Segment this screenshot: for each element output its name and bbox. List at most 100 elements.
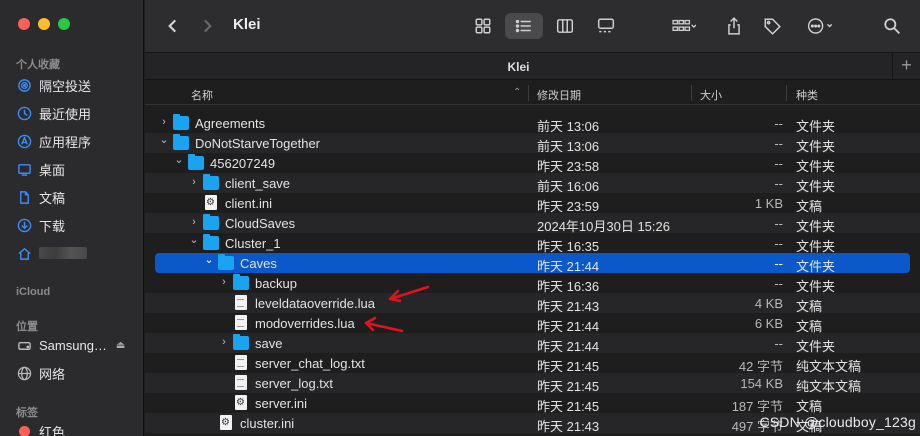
- share-button[interactable]: [721, 13, 747, 39]
- redacted-username: [39, 247, 87, 259]
- column-headers: 名称 ⌃ 修改日期 大小 种类: [145, 81, 920, 105]
- group-icon: [672, 19, 696, 32]
- file-name: CloudSaves: [225, 216, 296, 231]
- sidebar-header-locations: 位置: [16, 321, 38, 333]
- column-divider[interactable]: [528, 85, 529, 101]
- chevron-left-icon: [168, 19, 176, 33]
- sidebar-item-documents[interactable]: 文稿: [16, 186, 140, 208]
- column-header-date[interactable]: 修改日期: [537, 87, 581, 103]
- tab-klei[interactable]: Klei: [145, 60, 892, 74]
- disclosure-expanded-icon[interactable]: ⌄: [204, 253, 214, 266]
- disclosure-collapsed-icon[interactable]: ›: [219, 336, 229, 348]
- columns-icon: [556, 19, 574, 33]
- file-row[interactable]: ⌄ Cluster_1 昨天 16:35 -- 文件夹: [145, 233, 920, 254]
- chevron-right-icon: [204, 19, 212, 33]
- file-row[interactable]: leveldataoverride.lua 昨天 21:43 4 KB 文稿: [145, 293, 920, 314]
- file-list: › Agreements 前天 13:06 -- 文件夹 ⌄ DoNotStarveToge…: [145, 113, 920, 434]
- file-row[interactable]: client.ini昨天 23:591 KB文稿: [145, 193, 920, 214]
- file-name: client_save: [225, 176, 291, 191]
- config-file-icon: [205, 195, 217, 210]
- disclosure-collapsed-icon[interactable]: ›: [189, 176, 199, 188]
- file-name: DoNotStarveTogether: [195, 136, 321, 151]
- sidebar-item-applications[interactable]: 应用程序: [16, 130, 140, 152]
- file-row[interactable]: ⌄ DoNotStarveTogether 前天 13:06 -- 文件夹: [145, 133, 920, 154]
- forward-button[interactable]: [197, 13, 217, 39]
- minimize-window-button[interactable]: [38, 18, 50, 30]
- sidebar-item-downloads[interactable]: 下载: [16, 214, 140, 236]
- airdrop-icon: [16, 77, 32, 93]
- folder-icon: [173, 114, 189, 130]
- file-name: 456207249: [210, 156, 276, 171]
- sidebar: 个人收藏 隔空投送 最近使用 应用程序 桌面 文稿 下载 iCloud 位置 S…: [0, 0, 144, 436]
- column-header-name[interactable]: 名称: [191, 87, 213, 103]
- icon-view-button[interactable]: [469, 13, 497, 39]
- close-window-button[interactable]: [18, 18, 30, 30]
- file-size: --: [774, 176, 783, 191]
- disclosure-collapsed-icon[interactable]: ›: [219, 276, 229, 288]
- network-icon: [16, 365, 32, 381]
- file-name: Agreements: [195, 116, 266, 131]
- file-size: --: [774, 136, 783, 151]
- column-divider[interactable]: [786, 85, 787, 101]
- text-file-icon: [235, 355, 247, 370]
- disclosure-expanded-icon[interactable]: ⌄: [174, 153, 184, 166]
- file-row[interactable]: › backup 昨天 16:36 -- 文件夹: [145, 273, 920, 294]
- gallery-view-button[interactable]: [591, 13, 621, 39]
- group-by-button[interactable]: [665, 13, 703, 39]
- sidebar-item-tag-red[interactable]: 红色: [16, 420, 140, 436]
- file-row[interactable]: server_chat_log.txt 昨天 21:45 42 字节 纯文本文稿: [145, 353, 920, 374]
- file-row[interactable]: › Agreements 前天 13:06 -- 文件夹: [145, 113, 920, 134]
- file-row[interactable]: › client_save 前天 16:06 -- 文件夹: [145, 173, 920, 194]
- sidebar-item-desktop[interactable]: 桌面: [16, 158, 140, 180]
- sidebar-item-recents[interactable]: 最近使用: [16, 102, 140, 124]
- file-name: cluster.ini: [240, 416, 295, 431]
- disclosure-collapsed-icon[interactable]: ›: [159, 116, 169, 128]
- window-title: Klei: [233, 16, 261, 33]
- search-button[interactable]: [879, 13, 905, 39]
- file-row[interactable]: modoverrides.lua 昨天 21:44 6 KB 文稿: [145, 313, 920, 334]
- file-size: 6 KB: [754, 316, 783, 331]
- sidebar-item-label: 下载: [39, 218, 66, 234]
- file-name: client.ini: [225, 196, 272, 211]
- file-name: leveldataoverride.lua: [255, 296, 375, 311]
- tag-button[interactable]: [759, 13, 785, 39]
- column-divider[interactable]: [691, 85, 692, 101]
- file-row[interactable]: ⌄ 456207249 昨天 23:58 -- 文件夹: [145, 153, 920, 174]
- sidebar-item-home[interactable]: [16, 242, 140, 264]
- clock-icon: [16, 105, 32, 121]
- disclosure-expanded-icon[interactable]: ⌄: [159, 133, 169, 146]
- gallery-icon: [597, 18, 615, 33]
- back-button[interactable]: [163, 13, 183, 39]
- folder-icon: [233, 274, 249, 290]
- more-actions-button[interactable]: [801, 13, 841, 39]
- file-size: --: [774, 336, 783, 351]
- red-tag-icon: [16, 423, 32, 436]
- tag-icon: [764, 18, 781, 35]
- sidebar-item-samsung-drive[interactable]: Samsung… ⏏: [16, 334, 140, 356]
- file-size: --: [774, 156, 783, 171]
- column-view-button[interactable]: [551, 13, 579, 39]
- disclosure-collapsed-icon[interactable]: ›: [189, 216, 199, 228]
- file-name: server_log.txt: [255, 376, 334, 391]
- folder-icon: [173, 134, 189, 150]
- eject-icon[interactable]: ⏏: [116, 340, 125, 351]
- disclosure-expanded-icon[interactable]: ⌄: [189, 233, 199, 246]
- sort-ascending-icon: ⌃: [513, 87, 522, 98]
- zoom-window-button[interactable]: [58, 18, 70, 30]
- folder-icon: [203, 174, 219, 190]
- file-row[interactable]: server_log.txt 昨天 21:45 154 KB 纯文本文稿: [145, 373, 920, 394]
- sidebar-item-label: 红色: [39, 424, 66, 436]
- file-row[interactable]: › CloudSaves 2024年10月30日 15:26 -- 文件夹: [145, 213, 920, 234]
- column-header-kind[interactable]: 种类: [796, 87, 818, 103]
- list-view-button[interactable]: [505, 13, 543, 39]
- sidebar-item-airdrop[interactable]: 隔空投送: [16, 74, 140, 96]
- text-file-icon: [235, 375, 247, 390]
- column-header-size[interactable]: 大小: [700, 87, 722, 103]
- new-tab-button[interactable]: +: [892, 53, 920, 79]
- file-row[interactable]: server.ini昨天 21:45187 字节文稿: [145, 393, 920, 414]
- file-row[interactable]: › save 昨天 21:44 -- 文件夹: [145, 333, 920, 354]
- file-row[interactable]: ⌄ Caves 昨天 21:44 -- 文件夹: [155, 253, 910, 274]
- sidebar-item-network[interactable]: 网络: [16, 362, 140, 384]
- sidebar-item-label: 隔空投送: [39, 78, 92, 94]
- file-modified-date: 昨天 21:43: [537, 419, 600, 434]
